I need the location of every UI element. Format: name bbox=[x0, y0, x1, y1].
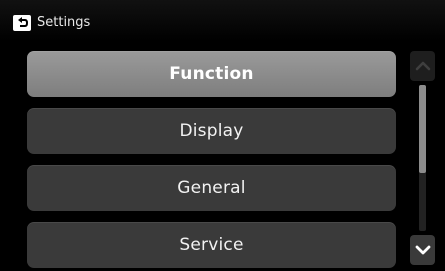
menu-item-service[interactable]: Service bbox=[27, 222, 396, 268]
title-bar: Settings bbox=[0, 0, 445, 42]
scrollbar bbox=[410, 51, 435, 265]
settings-menu: Function Display General Service bbox=[27, 51, 396, 271]
chevron-up-icon bbox=[415, 61, 430, 71]
menu-item-general[interactable]: General bbox=[27, 165, 396, 211]
menu-item-display[interactable]: Display bbox=[27, 108, 396, 154]
chevron-down-icon bbox=[415, 245, 430, 255]
menu-item-function[interactable]: Function bbox=[27, 51, 396, 97]
scroll-up-button[interactable] bbox=[410, 51, 435, 81]
scroll-track[interactable] bbox=[419, 85, 426, 231]
page-title: Settings bbox=[37, 15, 91, 30]
scroll-down-button[interactable] bbox=[410, 235, 435, 265]
back-arrow-icon[interactable] bbox=[13, 15, 31, 31]
scroll-thumb[interactable] bbox=[419, 85, 426, 173]
settings-screen: Settings Function Display General Servic… bbox=[0, 0, 445, 271]
